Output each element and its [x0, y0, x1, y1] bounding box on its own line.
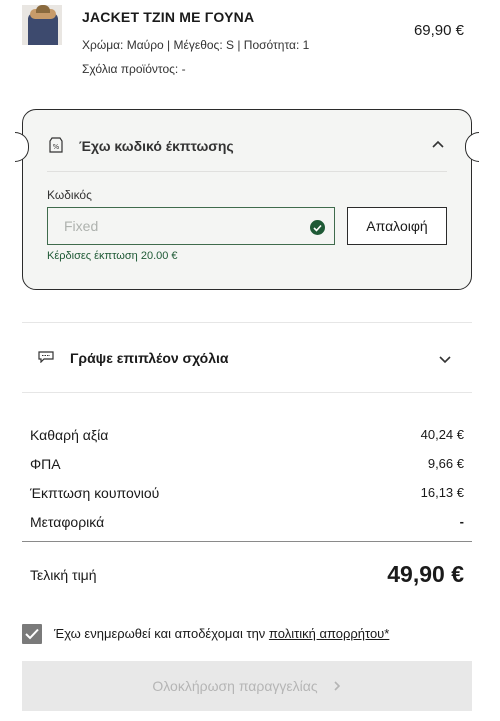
product-name: JACKET ΤΖΙΝ ΜΕ ΓΟΥΝΑ	[82, 9, 255, 25]
terms-text: Έχω ενημερωθεί και αποδέχομαι την πολιτι…	[54, 626, 389, 641]
chat-icon	[38, 351, 54, 363]
coupon-code-label: Κωδικός	[47, 188, 92, 202]
privacy-policy-link[interactable]: πολιτική απορρήτου*	[269, 626, 389, 641]
check-circle-icon	[310, 220, 325, 235]
summary-value: 16,13 €	[420, 485, 464, 500]
svg-text:%: %	[53, 143, 60, 151]
summary-row-coupon-discount: Έκπτωση κουπονιού 16,13 €	[30, 485, 464, 501]
summary-label: Έκπτωση κουπονιού	[30, 485, 160, 501]
summary-label: Μεταφορικά	[30, 514, 105, 530]
ticket-notch-right	[465, 132, 479, 162]
divider	[22, 541, 472, 542]
coupon-code-input[interactable]	[48, 208, 334, 244]
extra-comments-toggle[interactable]: Γράψε επιπλέον σχόλια	[22, 323, 472, 391]
summary-label: ΦΠΑ	[30, 456, 61, 472]
divider	[22, 392, 472, 393]
discount-success-message: Κέρδισες έκπτωση 20.00 €	[47, 250, 178, 262]
cart-product-item: JACKET ΤΖΙΝ ΜΕ ΓΟΥΝΑ 69,90 € Χρώμα: Μαύρ…	[0, 0, 500, 95]
product-price: 69,90 €	[413, 22, 464, 39]
total-value: 49,90 €	[387, 561, 464, 587]
summary-value: 9,66 €	[427, 456, 464, 471]
terms-checkbox[interactable]	[22, 624, 42, 644]
product-attributes: Χρώμα: Μαύρο | Μέγεθος: S | Ποσότητα: 1	[82, 38, 310, 52]
coupon-panel: % Έχω κωδικό έκπτωσης Κωδικός Απαλοιφή Κ…	[15, 109, 479, 290]
extra-comments-title: Γράψε επιπλέον σχόλια	[70, 350, 229, 366]
terms-label: Έχω ενημερωθεί και αποδέχομαι την	[54, 626, 269, 641]
chevron-down-icon	[439, 356, 451, 364]
summary-value: 40,24 €	[420, 427, 464, 442]
coupon-toggle-title[interactable]: Έχω κωδικό έκπτωσης	[79, 138, 234, 154]
divider	[47, 171, 447, 172]
summary-value: -	[459, 514, 464, 529]
ticket-notch-left	[15, 132, 29, 162]
summary-label: Καθαρή αξία	[30, 427, 109, 443]
summary-row-shipping: Μεταφορικά -	[30, 514, 464, 530]
discount-tag-icon: %	[49, 137, 63, 153]
chevron-up-icon[interactable]	[431, 138, 445, 152]
product-comment: Σχόλια προϊόντος: -	[82, 62, 186, 76]
terms-acceptance: Έχω ενημερωθεί και αποδέχομαι την πολιτι…	[22, 624, 482, 646]
coupon-code-field[interactable]	[47, 207, 335, 245]
summary-row-vat: ΦΠΑ 9,66 €	[30, 456, 464, 472]
product-thumbnail[interactable]	[22, 5, 62, 45]
summary-total: Τελική τιμή 49,90 €	[30, 561, 464, 588]
complete-order-label: Ολοκλήρωση παραγγελίας	[152, 678, 318, 694]
total-label: Τελική τιμή	[30, 566, 97, 583]
summary-row-net: Καθαρή αξία 40,24 €	[30, 427, 464, 443]
coupon-clear-button[interactable]: Απαλοιφή	[347, 207, 447, 245]
chevron-right-icon	[334, 681, 340, 691]
complete-order-button[interactable]: Ολοκλήρωση παραγγελίας	[22, 661, 472, 711]
